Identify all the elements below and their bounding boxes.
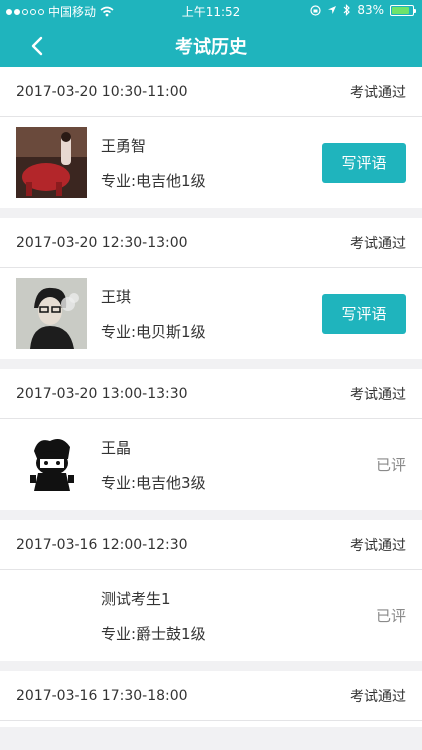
record-datetime: 2017-03-16 12:00-12:30 [16, 536, 188, 553]
orientation-lock-icon [310, 4, 321, 16]
student-name: 王琪 [101, 287, 132, 306]
avatar [16, 580, 87, 651]
location-icon [328, 6, 337, 14]
exam-record-card: 2017-03-20 10:30-11:00 考试通过 王勇智 专业:电吉他1级… [0, 67, 422, 208]
bluetooth-icon [343, 4, 351, 16]
student-name: 王晶 [101, 438, 132, 457]
record-datetime: 2017-03-20 12:30-13:00 [16, 234, 188, 251]
battery-percent: 83% [357, 3, 384, 17]
exam-record-card: 2017-03-16 12:00-12:30 考试通过 测试考生1 专业:爵士鼓… [0, 520, 422, 661]
student-major: 专业:电贝斯1级 [101, 322, 206, 341]
record-body[interactable]: 测试考生1 专业:爵士鼓1级 已评 [0, 570, 422, 661]
record-header: 2017-03-20 13:00-13:30 考试通过 [0, 369, 422, 419]
record-status: 考试通过 [350, 386, 406, 403]
record-datetime: 2017-03-20 10:30-11:00 [16, 83, 188, 100]
record-status: 考试通过 [350, 688, 406, 705]
avatar [16, 127, 87, 198]
write-comment-button[interactable]: 写评语 [322, 142, 406, 183]
record-datetime: 2017-03-20 13:00-13:30 [16, 385, 188, 402]
student-major: 专业:电吉他3级 [101, 473, 206, 492]
avatar [16, 429, 87, 500]
rated-label: 已评 [375, 607, 406, 625]
record-status: 考试通过 [350, 235, 406, 252]
page-title: 考试历史 [175, 37, 247, 58]
record-header: 2017-03-16 17:30-18:00 考试通过 [0, 671, 422, 721]
exam-record-card: 2017-03-20 12:30-13:00 考试通过 王琪 专业:电贝斯1级 … [0, 218, 422, 359]
record-body[interactable]: 王晶 专业:电吉他3级 已评 [0, 419, 422, 510]
write-comment-button[interactable]: 写评语 [322, 293, 406, 334]
student-major: 专业:爵士鼓1级 [101, 624, 206, 643]
nav-bar: 考试历史 [0, 22, 422, 67]
record-header: 2017-03-20 10:30-11:00 考试通过 [0, 67, 422, 117]
record-header: 2017-03-20 12:30-13:00 考试通过 [0, 218, 422, 268]
record-status: 考试通过 [350, 84, 406, 101]
record-datetime: 2017-03-16 17:30-18:00 [16, 687, 188, 704]
student-name: 王勇智 [101, 136, 147, 155]
top-bar: 中国移动 上午11:52 83% 考试历史 [0, 0, 422, 67]
record-body[interactable]: 王勇智 专业:电吉他1级 写评语 [0, 117, 422, 208]
student-name: 测试考生1 [101, 589, 171, 608]
student-major: 专业:电吉他1级 [101, 171, 206, 190]
exam-record-card: 2017-03-16 17:30-18:00 考试通过 [0, 671, 422, 727]
avatar [16, 278, 87, 349]
rated-label: 已评 [375, 456, 406, 474]
battery-icon [390, 4, 416, 16]
record-body[interactable]: 王琪 专业:电贝斯1级 写评语 [0, 268, 422, 359]
exam-record-card: 2017-03-20 13:00-13:30 考试通过 王晶 专业:电吉他3级 … [0, 369, 422, 510]
exam-history-list: 2017-03-20 10:30-11:00 考试通过 王勇智 专业:电吉他1级… [0, 67, 422, 737]
status-bar: 中国移动 上午11:52 83% [0, 0, 422, 22]
record-header: 2017-03-16 12:00-12:30 考试通过 [0, 520, 422, 570]
record-status: 考试通过 [350, 537, 406, 554]
